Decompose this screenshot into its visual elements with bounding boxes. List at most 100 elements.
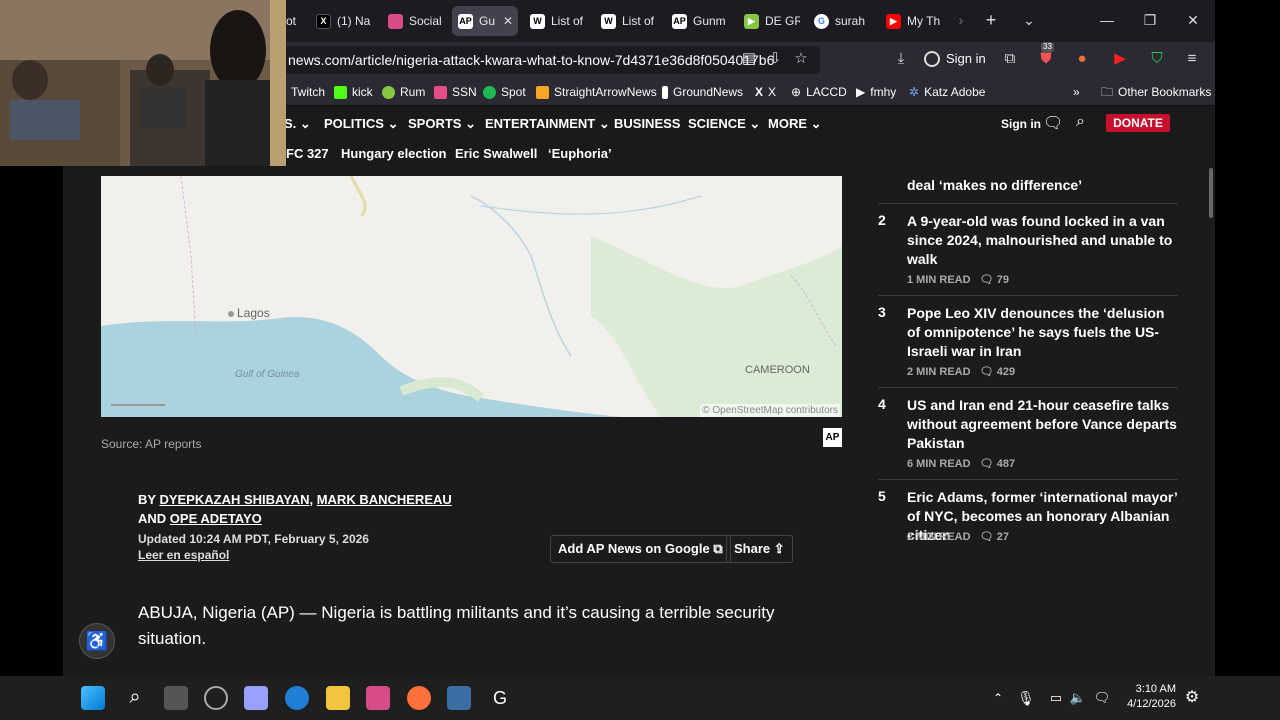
- new-tab-icon[interactable]: +: [978, 8, 1004, 32]
- add-google-label: Add AP News on Google: [558, 541, 710, 556]
- browser-tab[interactable]: ▶ DE GR: [744, 6, 800, 36]
- github-icon[interactable]: [204, 686, 228, 710]
- share-button[interactable]: Share ⇪: [726, 535, 793, 563]
- browser-tab[interactable]: ot: [286, 6, 300, 36]
- outlook-icon[interactable]: [285, 686, 309, 710]
- search-icon[interactable]: ⌕: [1076, 113, 1085, 131]
- browser-tab[interactable]: W List of: [601, 6, 661, 36]
- add-ap-google-button[interactable]: Add AP News on Google ⧉: [550, 535, 731, 563]
- save-pocket-icon[interactable]: ⇩: [764, 48, 786, 70]
- author-link[interactable]: MARK BANCHEREAU: [317, 492, 452, 507]
- bookmark-ssn[interactable]: SSN: [434, 83, 477, 101]
- system-clock[interactable]: 3:10 AM 4/12/2026: [1112, 682, 1176, 712]
- social-app-icon[interactable]: [366, 686, 390, 710]
- rumble-icon: [382, 85, 395, 99]
- browser-tab[interactable]: W List of: [530, 6, 590, 36]
- bookmark-kick[interactable]: kick: [334, 83, 373, 101]
- page-scrollbar[interactable]: [1209, 168, 1213, 218]
- nav-label: SPORTS: [408, 116, 462, 131]
- notifications-gear-icon[interactable]: ⚙: [1180, 686, 1204, 710]
- bookmark-rumble[interactable]: Rum: [382, 83, 425, 101]
- extensions-icon[interactable]: ⧉: [999, 48, 1021, 70]
- browser-tab[interactable]: X (1) Na: [316, 6, 376, 36]
- search-icon[interactable]: ⌕: [123, 686, 147, 710]
- extension-fox-icon[interactable]: ●: [1071, 48, 1093, 70]
- volume-icon[interactable]: 🔈: [1066, 686, 1090, 710]
- browser-tab[interactable]: AP Gunm: [672, 6, 730, 36]
- browser-tab[interactable]: ▶ My Th: [886, 6, 942, 36]
- most-read-item[interactable]: 3 Pope Leo XIV denounces the ‘delusion o…: [878, 304, 1178, 384]
- article-map[interactable]: Lagos Gulf of Guinea CAMEROON © OpenStre…: [101, 176, 842, 417]
- nav-item-entertainment[interactable]: ENTERTAINMENT ⌄: [485, 116, 610, 132]
- bookmark-straightarrownews[interactable]: StraightArrowNews: [536, 83, 657, 101]
- app-window-icon[interactable]: [447, 686, 471, 710]
- nav-item-us[interactable]: S. ⌄: [284, 116, 311, 132]
- author-link[interactable]: DYEPKAZAH SHIBAYAN: [159, 492, 309, 507]
- list-tabs-icon[interactable]: ⌄: [1016, 8, 1042, 32]
- bookmark-label: Spot: [501, 85, 526, 99]
- account-sign-in[interactable]: Sign in: [924, 48, 986, 70]
- trending-item[interactable]: FC 327: [286, 146, 329, 161]
- other-bookmarks-label: Other Bookmarks: [1118, 85, 1212, 99]
- start-icon[interactable]: [81, 686, 105, 710]
- other-bookmarks[interactable]: 🗀 Other Bookmarks: [1101, 83, 1211, 101]
- nav-item-science[interactable]: SCIENCE ⌄: [688, 116, 760, 132]
- map-attribution[interactable]: © OpenStreetMap contributors: [700, 404, 840, 417]
- menu-icon[interactable]: ≡: [1181, 48, 1203, 70]
- bookmark-label: Twitch: [291, 85, 326, 99]
- bookmark-katz-adobe[interactable]: ✲ Katz Adobe: [909, 83, 985, 101]
- browser-tab[interactable]: Social: [388, 6, 444, 36]
- nav-item-sports[interactable]: SPORTS ⌄: [408, 116, 476, 132]
- bookmark-twitch[interactable]: Twitch: [291, 83, 325, 101]
- trending-item[interactable]: Eric Swalwell: [455, 146, 537, 161]
- close-window-icon[interactable]: ✕: [1180, 8, 1206, 32]
- chevron-up-icon[interactable]: ⌃: [986, 686, 1010, 710]
- chevron-down-icon: ⌄: [810, 116, 822, 131]
- youtube-extension-icon[interactable]: ▶: [1109, 48, 1131, 70]
- most-read-item[interactable]: 2 A 9-year-old was found locked in a van…: [878, 212, 1178, 292]
- browser-tab-active[interactable]: AP Gu ✕: [452, 6, 518, 36]
- tab-label: My Th: [907, 14, 941, 28]
- restore-icon[interactable]: ❐: [1137, 8, 1163, 32]
- file-explorer-icon[interactable]: [326, 686, 350, 710]
- map-graphic: [101, 176, 842, 417]
- most-read-item[interactable]: deal ‘makes no difference’: [878, 176, 1178, 200]
- bookmark-laccd[interactable]: ⊕ LACCD: [791, 83, 847, 101]
- downloads-icon[interactable]: ⤓: [890, 48, 912, 70]
- trending-item[interactable]: ‘Euphoria’: [548, 146, 612, 161]
- shield-extension-icon[interactable]: ⛉: [1146, 48, 1168, 70]
- bookmark-spotify[interactable]: Spot: [483, 83, 526, 101]
- network-icon[interactable]: ▭: [1044, 686, 1068, 710]
- scroll-tabs-icon[interactable]: ›: [948, 8, 974, 32]
- trending-item[interactable]: Hungary election: [341, 146, 446, 161]
- most-read-item[interactable]: 5 Eric Adams, former ‘international mayo…: [878, 488, 1178, 548]
- logitech-icon[interactable]: G: [488, 686, 512, 710]
- more-bookmarks-icon[interactable]: »: [1073, 83, 1080, 101]
- reader-view-icon[interactable]: ▤: [738, 48, 760, 70]
- donate-button[interactable]: DONATE: [1106, 114, 1170, 132]
- task-view-icon[interactable]: [164, 686, 188, 710]
- firefox-icon[interactable]: [407, 686, 431, 710]
- bookmark-x[interactable]: XX: [755, 83, 776, 101]
- snipping-tool-icon[interactable]: [244, 686, 268, 710]
- chat-icon[interactable]: 🗨: [1090, 686, 1114, 710]
- byline-and: AND: [138, 511, 167, 526]
- browser-tab[interactable]: Gsurah: [814, 6, 870, 36]
- ublock-icon[interactable]: ⛊ 33: [1035, 42, 1057, 70]
- minimize-icon[interactable]: —: [1094, 8, 1120, 32]
- nav-item-politics[interactable]: POLITICS ⌄: [324, 116, 398, 132]
- accessibility-icon[interactable]: ♿: [79, 623, 115, 659]
- tab-label: List of: [622, 14, 655, 28]
- site-sign-in[interactable]: Sign in: [1001, 117, 1041, 131]
- nav-item-business[interactable]: BUSINESS: [614, 116, 680, 131]
- author-link[interactable]: OPE ADETAYO: [170, 511, 262, 526]
- bookmark-groundnews[interactable]: GroundNews: [662, 83, 743, 101]
- comment-icon[interactable]: 🗨: [1043, 113, 1063, 133]
- nav-item-more[interactable]: MORE ⌄: [768, 116, 822, 132]
- most-read-item[interactable]: 4 US and Iran end 21-hour ceasefire talk…: [878, 396, 1178, 476]
- bookmark-fmhy[interactable]: ▶ fmhy: [856, 83, 896, 101]
- microphone-icon[interactable]: 🎙: [1014, 686, 1038, 710]
- spanish-link[interactable]: Leer en español: [138, 548, 229, 562]
- close-tab-icon[interactable]: ✕: [503, 14, 513, 28]
- bookmark-star-icon[interactable]: ☆: [790, 48, 812, 70]
